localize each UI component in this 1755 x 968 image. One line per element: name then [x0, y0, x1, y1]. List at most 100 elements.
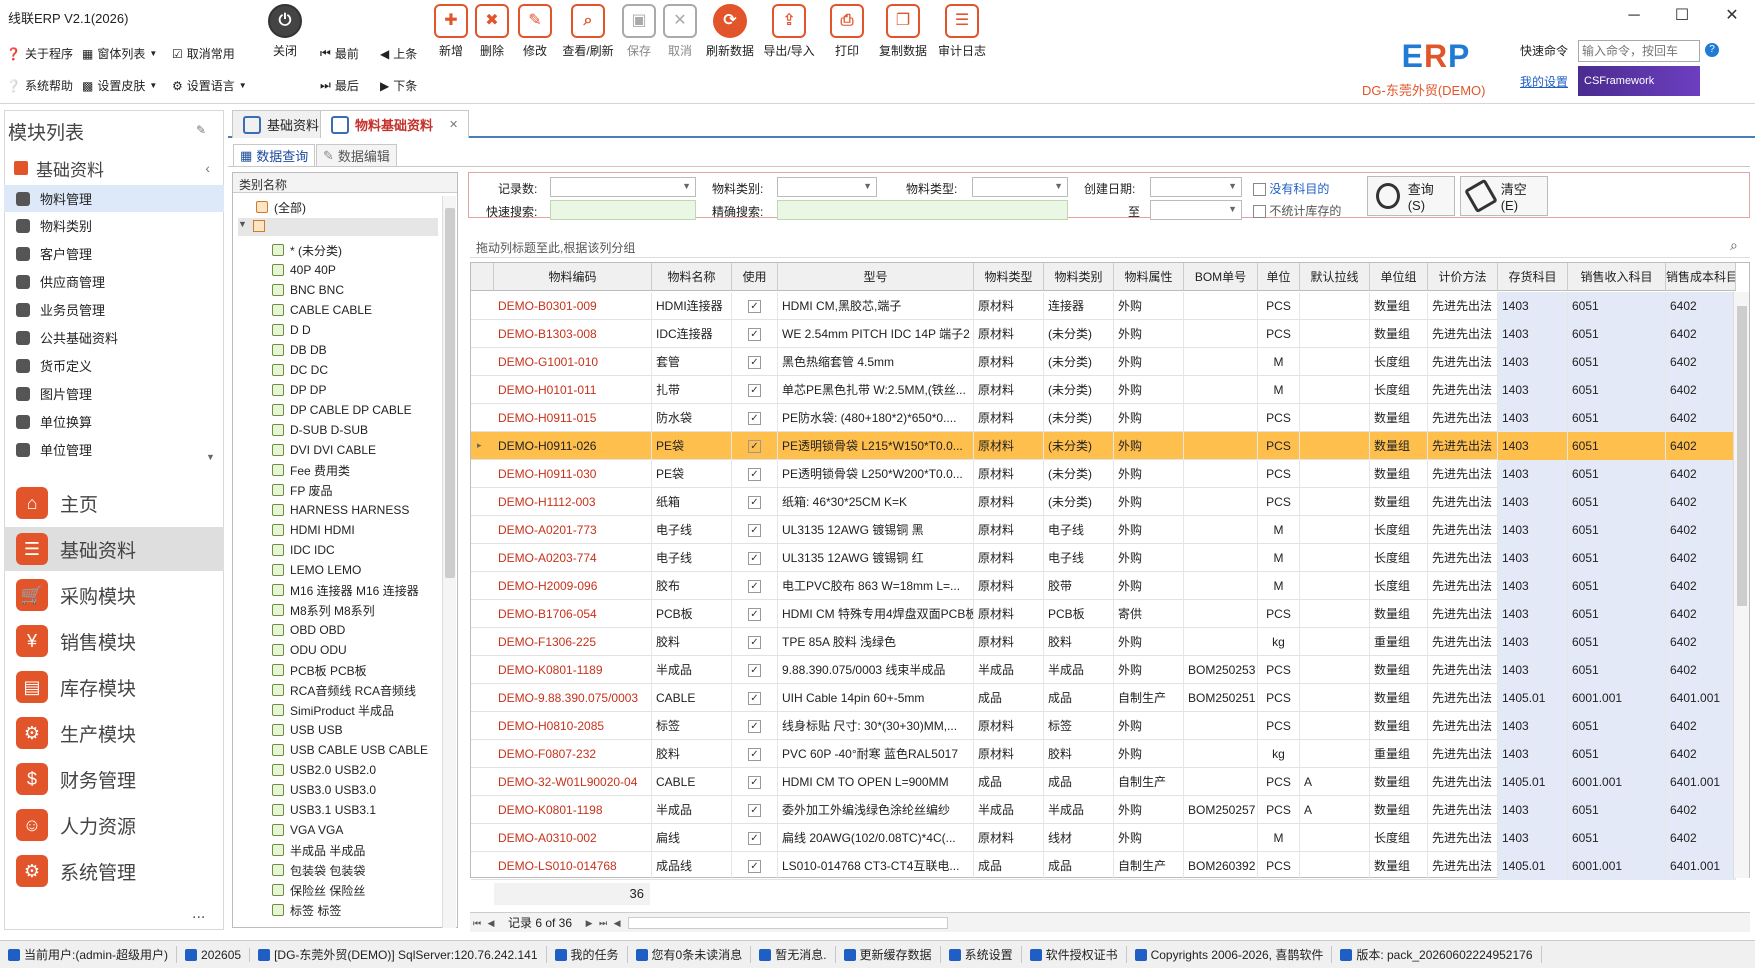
tab-basics[interactable]: 基础资料 — [232, 110, 331, 138]
minimize-icon[interactable]: ─ — [1624, 6, 1644, 26]
tree-node[interactable]: LEMO LEMO — [272, 560, 361, 580]
my-settings-link[interactable]: 我的设置 — [1520, 73, 1568, 90]
subtab-edit[interactable]: ✎ 数据编辑 — [316, 144, 397, 166]
tree-node[interactable]: DP DP — [272, 380, 326, 400]
unfavorite-button[interactable]: ☑ 取消常用 — [172, 45, 235, 62]
tree-node[interactable]: DC DC — [272, 360, 328, 380]
first-record-button[interactable]: ⏮ 最前 — [320, 45, 359, 62]
tree-node[interactable]: * (未分类) — [272, 240, 342, 260]
use-checkbox[interactable]: ✓ — [748, 608, 761, 622]
nav-last-icon[interactable]: ⏭ — [596, 916, 610, 930]
record-count-select[interactable]: ▼ — [550, 177, 696, 197]
tree-node[interactable]: PCB板 PCB板 — [272, 660, 367, 680]
table-cell[interactable]: ✓ — [732, 572, 778, 600]
tree-node-all[interactable]: (全部) — [256, 197, 306, 217]
cancel-button[interactable]: ✕ 取消 — [653, 2, 707, 70]
nav-first-icon[interactable]: ⏮ — [470, 916, 484, 930]
tree-node[interactable]: DP CABLE DP CABLE — [272, 400, 412, 420]
table-cell[interactable]: ✓ — [732, 712, 778, 740]
query-button[interactable]: 查询(S) — [1367, 176, 1455, 216]
table-row[interactable]: ▸ DEMO-H0911-026 PE袋 ✓ PE透明锁骨袋 L215*W150*T0.… — [471, 432, 1736, 460]
sidebar-item-material-category[interactable]: 物料类别 — [4, 212, 224, 239]
table-row[interactable]: DEMO-A0310-002 扁线 ✓ 扁线 20AWG(102/0.08TC)*4C… — [471, 824, 1736, 852]
status-item[interactable]: 我的任务 — [547, 946, 628, 963]
material-category-select[interactable]: ▼ — [777, 177, 877, 197]
column-header[interactable]: 销售收入科目 — [1568, 263, 1666, 291]
tree-node[interactable]: CABLE CABLE — [272, 300, 372, 320]
table-cell[interactable]: ✓ — [732, 684, 778, 712]
use-checkbox[interactable]: ✓ — [748, 300, 761, 314]
clear-button[interactable]: 清空(E) — [1460, 176, 1548, 216]
last-record-button[interactable]: ⏭ 最后 — [320, 77, 359, 94]
nav-next-icon[interactable]: ▶ — [582, 916, 596, 930]
table-row[interactable]: DEMO-A0203-774 电子线 ✓ UL3135 12AWG 镀锡铜 红原材料电… — [471, 544, 1736, 572]
status-item[interactable]: 您有0条未读消息 — [628, 946, 752, 963]
table-row[interactable]: DEMO-F0807-232 胶料 ✓ PVC 60P -40°耐寒 蓝色RAL501… — [471, 740, 1736, 768]
table-cell[interactable]: ✓ — [732, 852, 778, 880]
tree-node[interactable]: FP 废品 — [272, 480, 332, 500]
tree-node[interactable]: D D — [272, 320, 311, 340]
exact-search-input[interactable] — [777, 200, 1068, 220]
sidebar-item-customer[interactable]: 客户管理 — [4, 240, 224, 267]
tree-node[interactable]: USB USB — [272, 720, 343, 740]
use-checkbox[interactable]: ✓ — [748, 832, 761, 846]
expand-icon[interactable]: ▼ — [238, 219, 247, 229]
use-checkbox[interactable]: ✓ — [748, 804, 761, 818]
module-production[interactable]: ⚙ 生产模块 — [4, 711, 224, 755]
tree-node[interactable]: USB2.0 USB2.0 — [272, 760, 376, 780]
export-import-button[interactable]: ⇪ 导出/导入 — [760, 2, 818, 70]
tree-node-root-selected[interactable] — [238, 218, 438, 236]
table-row[interactable]: DEMO-H2009-096 胶布 ✓ 电工PVC胶布 863 W=18mm L=..… — [471, 572, 1736, 600]
tree-node[interactable]: M16 连接器 M16 连接器 — [272, 580, 419, 600]
table-row[interactable]: DEMO-H0911-030 PE袋 ✓ PE透明锁骨袋 L250*W200*T0.0… — [471, 460, 1736, 488]
no-subject-checkbox[interactable]: 没有科目的 — [1253, 180, 1329, 197]
about-button[interactable]: ❓ 关于程序 — [6, 45, 73, 62]
sidebar-group-header[interactable]: 基础资料 ‹ — [4, 155, 224, 181]
module-home[interactable]: ⌂ 主页 — [4, 481, 224, 525]
table-row[interactable]: DEMO-F1306-225 胶料 ✓ TPE 85A 胶料 浅绿色 原材料 胶料 外购 kg… — [471, 628, 1736, 656]
table-cell[interactable]: ✓ — [732, 348, 778, 376]
table-cell[interactable]: ✓ — [732, 796, 778, 824]
use-checkbox[interactable]: ✓ — [748, 636, 761, 650]
table-row[interactable]: DEMO-LS010-014768 成品线 ✓ LS010-014768 CT3-CT… — [471, 852, 1736, 880]
table-cell[interactable]: ✓ — [732, 768, 778, 796]
table-cell[interactable]: ✓ — [732, 740, 778, 768]
sidebar-item-supplier[interactable]: 供应商管理 — [4, 268, 224, 295]
module-purchase[interactable]: 🛒 采购模块 — [4, 573, 224, 617]
status-item[interactable]: 更新缓存数据 — [836, 946, 941, 963]
refresh-data-button[interactable]: ⟳ 刷新数据 — [702, 2, 758, 70]
module-inventory[interactable]: ▤ 库存模块 — [4, 665, 224, 709]
table-cell[interactable]: ✓ — [732, 404, 778, 432]
group-by-panel[interactable]: 拖动列标题至此,根据该列分组 — [470, 234, 1750, 258]
close-window-icon[interactable]: ✕ — [1722, 6, 1742, 26]
tree-node[interactable]: 半成品 半成品 — [272, 840, 365, 860]
collapse-icon[interactable]: ‹ — [205, 160, 210, 176]
copy-data-button[interactable]: ❐ 复制数据 — [875, 2, 931, 70]
table-cell[interactable]: ✓ — [732, 516, 778, 544]
module-hr[interactable]: ☺ 人力资源 — [4, 803, 224, 847]
edit-button[interactable]: ✎ 修改 — [508, 2, 562, 70]
use-checkbox[interactable]: ✓ — [748, 328, 761, 342]
tree-node[interactable]: DVI DVI CABLE — [272, 440, 376, 460]
sidebar-item-material[interactable]: 物料管理 — [4, 185, 224, 212]
table-row[interactable]: DEMO-K0801-1189 半成品 ✓ 9.88.390.075/0003 线束半… — [471, 656, 1736, 684]
tree-node[interactable]: DB DB — [272, 340, 327, 360]
tree-node[interactable]: SimiProduct 半成品 — [272, 700, 394, 720]
search-icon[interactable]: ⌕ — [1730, 237, 1738, 254]
table-cell[interactable]: ✓ — [732, 544, 778, 572]
use-checkbox[interactable]: ✓ — [748, 440, 761, 454]
table-cell[interactable]: ✓ — [732, 656, 778, 684]
use-checkbox[interactable]: ✓ — [748, 720, 761, 734]
use-checkbox[interactable]: ✓ — [748, 580, 761, 594]
tree-node[interactable]: RCA音频线 RCA音频线 — [272, 680, 416, 700]
table-row[interactable]: DEMO-H0911-015 防水袋 ✓ PE防水袋: (480+180*2)*650… — [471, 404, 1736, 432]
nav-prev-page-icon[interactable]: ◀ — [484, 916, 498, 930]
table-cell[interactable]: ✓ — [732, 376, 778, 404]
tree-node[interactable]: D-SUB D-SUB — [272, 420, 368, 440]
tab-material-basics[interactable]: 物料基础资料 ✕ — [320, 110, 470, 138]
print-button[interactable]: ⎙ 打印 — [820, 2, 874, 70]
column-header[interactable]: 销售成本科目 — [1666, 263, 1736, 291]
tree-node[interactable]: 标签 标签 — [272, 900, 341, 920]
tree-node[interactable]: ODU ODU — [272, 640, 347, 660]
info-help-icon[interactable]: ? — [1705, 43, 1719, 57]
